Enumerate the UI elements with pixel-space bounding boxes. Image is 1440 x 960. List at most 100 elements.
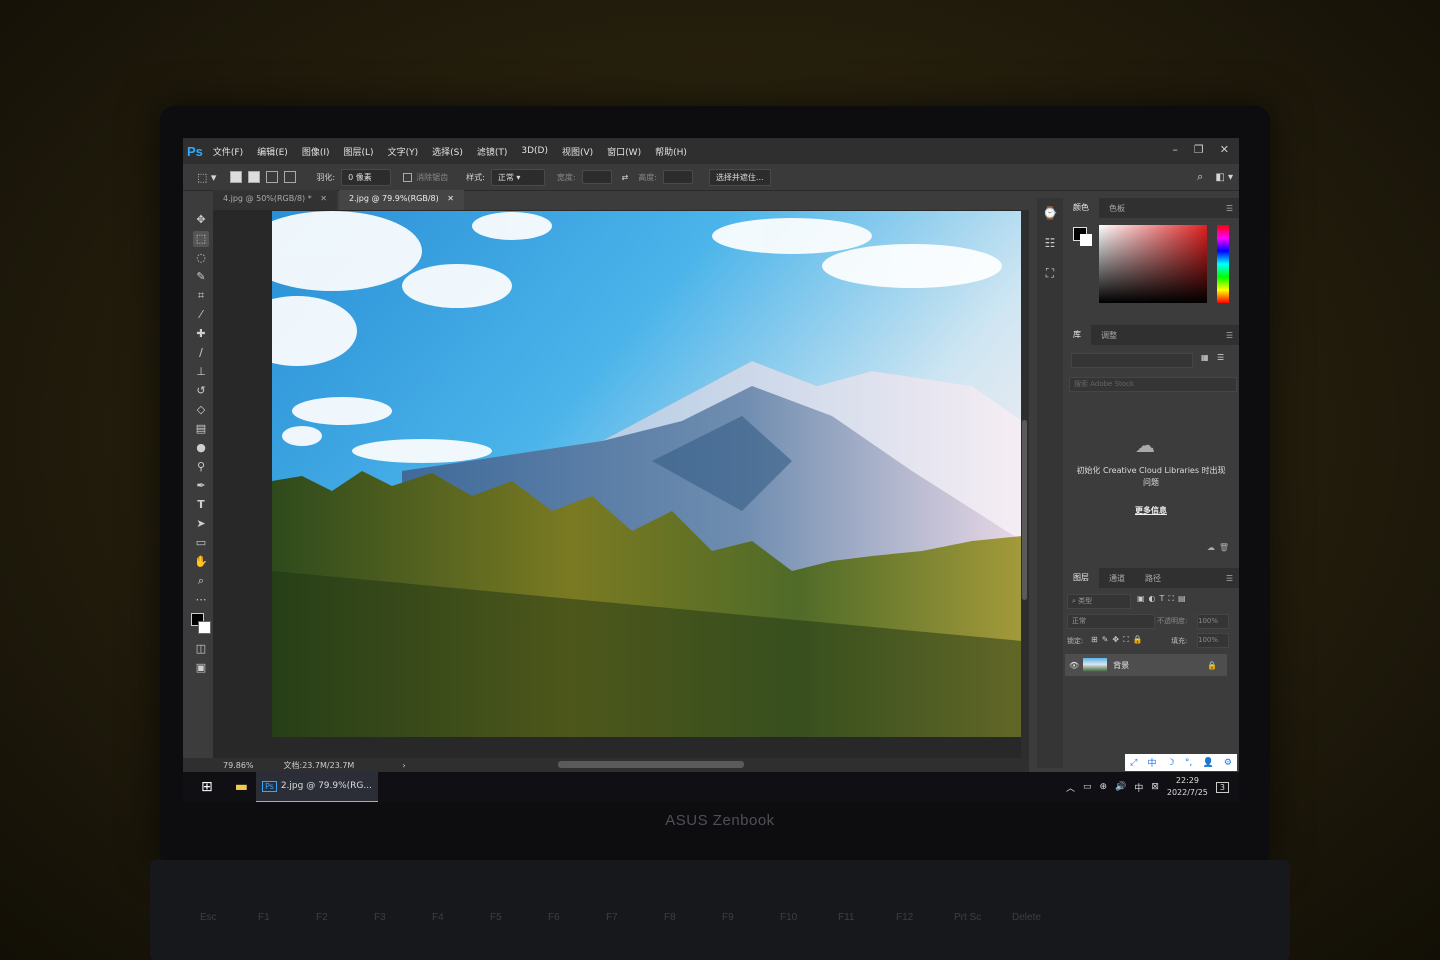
hand-tool-icon[interactable]: ✋ (193, 554, 209, 570)
list-view-icon[interactable]: ☰ (1217, 353, 1224, 362)
ime-chinese-mode[interactable]: 中 (1147, 756, 1156, 769)
height-input[interactable] (662, 170, 693, 184)
subtract-selection-icon[interactable] (266, 171, 279, 183)
menu-3d[interactable]: 3D(D) (521, 146, 548, 156)
menu-file[interactable]: 文件(F) (213, 145, 243, 158)
volume-icon[interactable]: 🔊 (1115, 782, 1126, 792)
gradient-icon[interactable]: ▤ (193, 421, 209, 437)
trash-icon[interactable]: 🗑 (1219, 543, 1229, 552)
ime-halfwidth-icon[interactable]: ☽ (1167, 758, 1175, 768)
layer-name[interactable]: 背景 (1113, 660, 1129, 671)
history-brush-icon[interactable]: ↺ (193, 383, 209, 399)
intersect-selection-icon[interactable] (284, 171, 297, 183)
quick-mask-icon[interactable]: ◫ (193, 641, 209, 657)
tab-color[interactable]: 颜色 (1063, 198, 1099, 218)
tab-4jpg[interactable]: 4.jpg @ 50%(RGB/8) * ✕ (213, 190, 337, 210)
pen-icon[interactable]: ✒ (193, 478, 209, 494)
foreground-background-colors[interactable] (191, 613, 211, 635)
more-info-link[interactable]: 更多信息 (1063, 505, 1239, 516)
document-image[interactable] (272, 211, 1022, 737)
close-button[interactable]: ✕ (1220, 143, 1229, 156)
clone-stamp-icon[interactable]: ⊥ (193, 364, 209, 380)
lasso-icon[interactable]: ◌ (193, 250, 209, 266)
add-selection-icon[interactable] (248, 171, 261, 183)
tab-paths[interactable]: 路径 (1135, 573, 1171, 584)
menu-window[interactable]: 窗口(W) (607, 145, 641, 158)
minimize-button[interactable]: – (1172, 143, 1178, 156)
brush-icon[interactable]: ∕ (193, 345, 209, 361)
background-color-swatch[interactable] (198, 621, 211, 634)
width-input[interactable] (581, 170, 612, 184)
hue-slider[interactable] (1217, 225, 1229, 303)
lock-icons[interactable]: ⊞✎✥⛶🔒 (1091, 635, 1147, 645)
grid-view-icon[interactable]: ▦ (1201, 353, 1209, 362)
panel-menu-icon[interactable]: ☰ (1226, 574, 1233, 583)
tab-adjustments[interactable]: 调整 (1091, 330, 1127, 341)
opacity-input[interactable]: 100% (1197, 614, 1229, 629)
more-tools-icon[interactable]: ⋯ (193, 592, 209, 608)
history-icon[interactable]: ⌚ (1043, 206, 1058, 220)
ime-gear-icon[interactable]: ⚙ (1224, 758, 1232, 768)
eraser-icon[interactable]: ◇ (193, 402, 209, 418)
layer-row-background[interactable]: 👁 背景 🔒 (1065, 654, 1227, 676)
new-selection-icon[interactable] (230, 171, 243, 183)
rectangle-tool-icon[interactable]: ▭ (193, 535, 209, 551)
vertical-scrollbar[interactable] (1021, 210, 1029, 758)
rectangular-marquee-icon[interactable]: ⬚ (193, 230, 209, 247)
menu-image[interactable]: 图像(I) (302, 145, 330, 158)
healing-brush-icon[interactable]: ✚ (193, 326, 209, 342)
taskbar-clock[interactable]: 22:29 2022/7/25 (1167, 775, 1208, 799)
panel-menu-icon[interactable]: ☰ (1226, 204, 1233, 213)
marquee-tool-preset-icon[interactable]: ⬚ ▾ (197, 171, 216, 184)
windows-start-icon[interactable]: ⊞ (201, 779, 213, 795)
canvas-workarea[interactable] (213, 210, 1029, 758)
ime-user-icon[interactable]: 👤 (1202, 758, 1213, 768)
blend-mode-select[interactable]: 正常 (1067, 614, 1155, 629)
cloud-sync-icon[interactable]: ☁ (1207, 543, 1215, 552)
close-icon[interactable]: ✕ (320, 194, 327, 203)
style-select[interactable]: 正常 ▾ (490, 168, 545, 186)
network-icon[interactable]: ⊕ (1100, 782, 1108, 792)
blur-icon[interactable]: ● (193, 440, 209, 456)
tab-channels[interactable]: 通道 (1099, 573, 1135, 584)
status-menu-arrow[interactable]: › (402, 761, 405, 770)
horizontal-scroll-thumb[interactable] (558, 761, 744, 768)
ime-punctuation-icon[interactable]: °, (1185, 758, 1192, 768)
menu-select[interactable]: 选择(S) (432, 145, 463, 158)
layer-filter-select[interactable]: ⌕ 类型 (1067, 594, 1131, 609)
menu-filter[interactable]: 滤镜(T) (477, 145, 508, 158)
ime-settings-icon[interactable]: ⤢ (1130, 758, 1137, 768)
tab-libraries[interactable]: 库 (1063, 325, 1091, 345)
path-select-icon[interactable]: ➤ (193, 516, 209, 532)
ime-indicator[interactable]: 中 (1134, 781, 1143, 794)
dodge-icon[interactable]: ⚲ (193, 459, 209, 475)
type-tool-icon[interactable]: T (193, 497, 209, 513)
menu-layer[interactable]: 图层(L) (344, 145, 374, 158)
stock-search-input[interactable]: 搜索 Adobe Stock (1069, 377, 1237, 392)
notification-center-icon[interactable]: 3 (1215, 781, 1229, 793)
file-explorer-icon[interactable]: ▬ (235, 779, 248, 795)
restore-button[interactable]: ❐ (1194, 143, 1204, 156)
battery-icon[interactable]: ▭ (1083, 782, 1092, 792)
zoom-tool-icon[interactable]: ⌕ (193, 573, 209, 589)
swap-dimensions-icon[interactable]: ⇄ (622, 173, 629, 182)
tray-overflow-icon[interactable]: ︿ (1066, 781, 1075, 794)
menu-help[interactable]: 帮助(H) (655, 145, 687, 158)
move-tool-icon[interactable]: ✥ (193, 212, 209, 228)
properties-icon[interactable]: ☷ (1045, 236, 1056, 250)
search-icon[interactable]: ⌕ (1197, 170, 1203, 184)
zoom-level[interactable]: 79.86% (223, 761, 254, 770)
ime-toolbar[interactable]: ⤢ 中 ☽ °, 👤 ⚙ (1125, 754, 1237, 771)
color-picker-field[interactable] (1099, 225, 1207, 303)
quick-select-icon[interactable]: ✎ (193, 269, 209, 285)
filter-icons[interactable]: ▣◐T⛶▤ (1137, 594, 1190, 604)
feather-input[interactable]: 0 像素 (341, 168, 392, 186)
visibility-eye-icon[interactable]: 👁 (1069, 661, 1079, 670)
select-and-mask-button[interactable]: 选择并遮住... (708, 168, 771, 186)
tab-layers[interactable]: 图层 (1063, 568, 1099, 588)
screen-mode-icon[interactable]: ▣ (193, 660, 209, 676)
fill-input[interactable]: 100% (1197, 633, 1229, 648)
crop-icon[interactable]: ⌗ (193, 288, 209, 304)
ime-mode-icon[interactable]: ⊠ (1151, 782, 1159, 792)
tab-2jpg[interactable]: 2.jpg @ 79.9%(RGB/8) ✕ (338, 190, 464, 210)
